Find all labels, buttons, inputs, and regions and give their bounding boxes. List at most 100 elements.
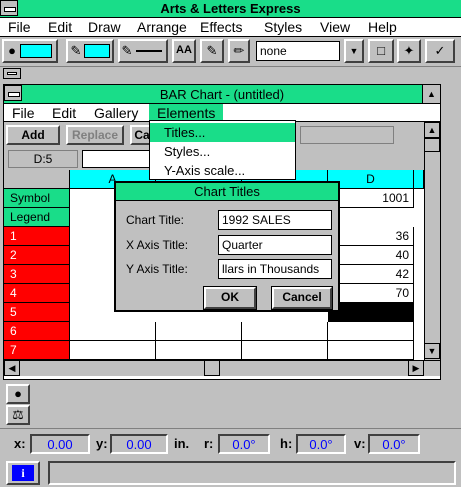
eyedropper-icon: ✏ xyxy=(233,43,245,58)
cell-d4[interactable]: 70 xyxy=(328,284,414,303)
line-style-dropdown[interactable]: ▼ xyxy=(344,39,364,63)
cell-a7[interactable] xyxy=(70,341,156,360)
menu-view[interactable]: View xyxy=(320,19,350,36)
brush-icon: ✎ xyxy=(121,43,133,58)
column-header-e[interactable] xyxy=(414,170,424,189)
menu-item-styles[interactable]: Styles... xyxy=(150,142,295,161)
system-menu-icon[interactable] xyxy=(0,0,18,16)
text-style-icon: ✎ xyxy=(206,43,218,58)
cell-d2[interactable]: 40 xyxy=(328,246,414,265)
chart-menu-gallery[interactable]: Gallery xyxy=(94,104,138,122)
replace-button[interactable]: Replace xyxy=(66,125,124,145)
row-header-symbol[interactable]: Symbol xyxy=(4,189,70,208)
fill-color-button[interactable]: ● xyxy=(2,39,58,63)
y-coordinate-field[interactable]: 0.00 xyxy=(110,434,168,454)
y-axis-title-input[interactable]: llars in Thousands xyxy=(218,259,332,279)
chart-system-menu-icon[interactable] xyxy=(4,85,22,101)
cell-d7[interactable] xyxy=(328,341,414,360)
app-title-bar: Arts & Letters Express xyxy=(0,0,461,18)
chart-title-input[interactable]: 1992 SALES xyxy=(218,210,332,230)
menu-arrange[interactable]: Arrange xyxy=(137,19,187,36)
lock-icon: ● xyxy=(14,386,22,401)
menu-item-y-axis-scale[interactable]: Y-Axis scale... xyxy=(150,161,295,180)
cell-a6[interactable] xyxy=(70,322,156,341)
magic-wand-button[interactable]: ✦ xyxy=(397,39,421,63)
ok-button[interactable]: OK xyxy=(203,286,257,310)
menu-item-titles[interactable]: Titles... xyxy=(150,123,295,142)
select-points-button[interactable]: □ xyxy=(368,39,394,63)
cancel-button[interactable]: Cancel xyxy=(271,286,333,310)
line-style-field[interactable]: none xyxy=(256,41,340,61)
maximize-icon[interactable]: ▲ xyxy=(422,85,440,103)
horizontal-skew-field[interactable]: 0.0° xyxy=(296,434,346,454)
row-header-2[interactable]: 2 xyxy=(4,246,70,265)
down-arrow-icon: ▼ xyxy=(349,46,359,56)
horizontal-scroll-thumb[interactable] xyxy=(204,360,220,376)
status-message-field xyxy=(48,461,456,485)
row-header-legend[interactable]: Legend xyxy=(4,208,70,227)
menu-file[interactable]: File xyxy=(8,19,31,36)
menu-styles[interactable]: Styles xyxy=(264,19,302,36)
menu-edit[interactable]: Edit xyxy=(48,19,72,36)
menu-effects[interactable]: Effects xyxy=(200,19,243,36)
row-header-6[interactable]: 6 xyxy=(4,322,70,341)
r-label: r: xyxy=(204,436,214,451)
rotation-field[interactable]: 0.0° xyxy=(218,434,270,454)
row-header-4[interactable]: 4 xyxy=(4,284,70,303)
cell-d3[interactable]: 42 xyxy=(328,265,414,284)
scroll-up-icon[interactable]: ▲ xyxy=(424,122,440,138)
column-header-d[interactable]: D xyxy=(328,170,414,189)
chart-window-title: BAR Chart - (untitled) xyxy=(159,87,285,102)
scroll-left-icon[interactable]: ◀ xyxy=(4,360,20,376)
menu-draw[interactable]: Draw xyxy=(88,19,121,36)
vertical-skew-field[interactable]: 0.0° xyxy=(368,434,420,454)
row-header-5[interactable]: 5 xyxy=(4,303,70,322)
row-header-7[interactable]: 7 xyxy=(4,341,70,360)
chart-menu-file[interactable]: File xyxy=(12,104,35,122)
eyedropper-button[interactable]: ✏ xyxy=(228,39,250,63)
scroll-down-icon[interactable]: ▼ xyxy=(424,343,440,359)
scale-icon: ⚖ xyxy=(12,407,24,422)
line-weight-sample xyxy=(136,50,162,52)
x-coordinate-field[interactable]: 0.00 xyxy=(30,434,90,454)
lock-button[interactable]: ● xyxy=(6,384,30,404)
text-style-button[interactable]: ✎ xyxy=(200,39,224,63)
scale-button[interactable]: ⚖ xyxy=(6,405,30,425)
cell-b6[interactable] xyxy=(156,322,242,341)
v-label: v: xyxy=(354,436,366,451)
fill-color-swatch xyxy=(20,44,52,58)
check-pen-icon: ✓ xyxy=(434,43,446,58)
app-title: Arts & Letters Express xyxy=(160,1,301,16)
vertical-scroll-thumb[interactable] xyxy=(424,138,440,152)
x-axis-title-input[interactable]: Quarter xyxy=(218,235,332,255)
add-button[interactable]: Add xyxy=(6,125,60,145)
info-button[interactable]: i xyxy=(6,461,40,485)
row-header-1[interactable]: 1 xyxy=(4,227,70,246)
info-icon: i xyxy=(12,465,34,481)
cell-b7[interactable] xyxy=(156,341,242,360)
minimized-window-icon[interactable] xyxy=(3,68,21,79)
scroll-right-icon[interactable]: ▶ xyxy=(408,360,424,376)
chart-menu-edit[interactable]: Edit xyxy=(52,104,76,122)
cell-d6[interactable] xyxy=(328,322,414,341)
chart-vertical-scrollbar[interactable]: ▲ ▼ xyxy=(424,122,440,360)
grid-corner xyxy=(4,170,70,189)
cell-d-symbol[interactable]: 1001 xyxy=(328,189,414,208)
main-menu-bar: File Edit Draw Arrange Effects Styles Vi… xyxy=(0,18,461,37)
font-button[interactable]: AA xyxy=(172,39,196,63)
cell-d1[interactable]: 36 xyxy=(328,227,414,246)
chart-horizontal-scrollbar[interactable]: ◀ ▶ xyxy=(4,360,440,376)
status-bar: x: 0.00 y: 0.00 in. r: 0.0° h: 0.0° v: 0… xyxy=(0,428,461,487)
cell-entry-field[interactable] xyxy=(82,150,152,168)
magic-wand-icon: ✦ xyxy=(403,43,415,58)
line-color-button[interactable]: ✎ xyxy=(66,39,114,63)
cell-d5-selected[interactable] xyxy=(328,303,414,322)
cell-c6[interactable] xyxy=(242,322,328,341)
menu-help[interactable]: Help xyxy=(368,19,397,36)
row-header-3[interactable]: 3 xyxy=(4,265,70,284)
entry-preview-field xyxy=(300,126,394,144)
cell-c7[interactable] xyxy=(242,341,328,360)
line-weight-button[interactable]: ✎ xyxy=(118,39,168,63)
check-button[interactable]: ✓ xyxy=(425,39,455,63)
y-axis-title-label: Y Axis Title: xyxy=(126,262,188,276)
